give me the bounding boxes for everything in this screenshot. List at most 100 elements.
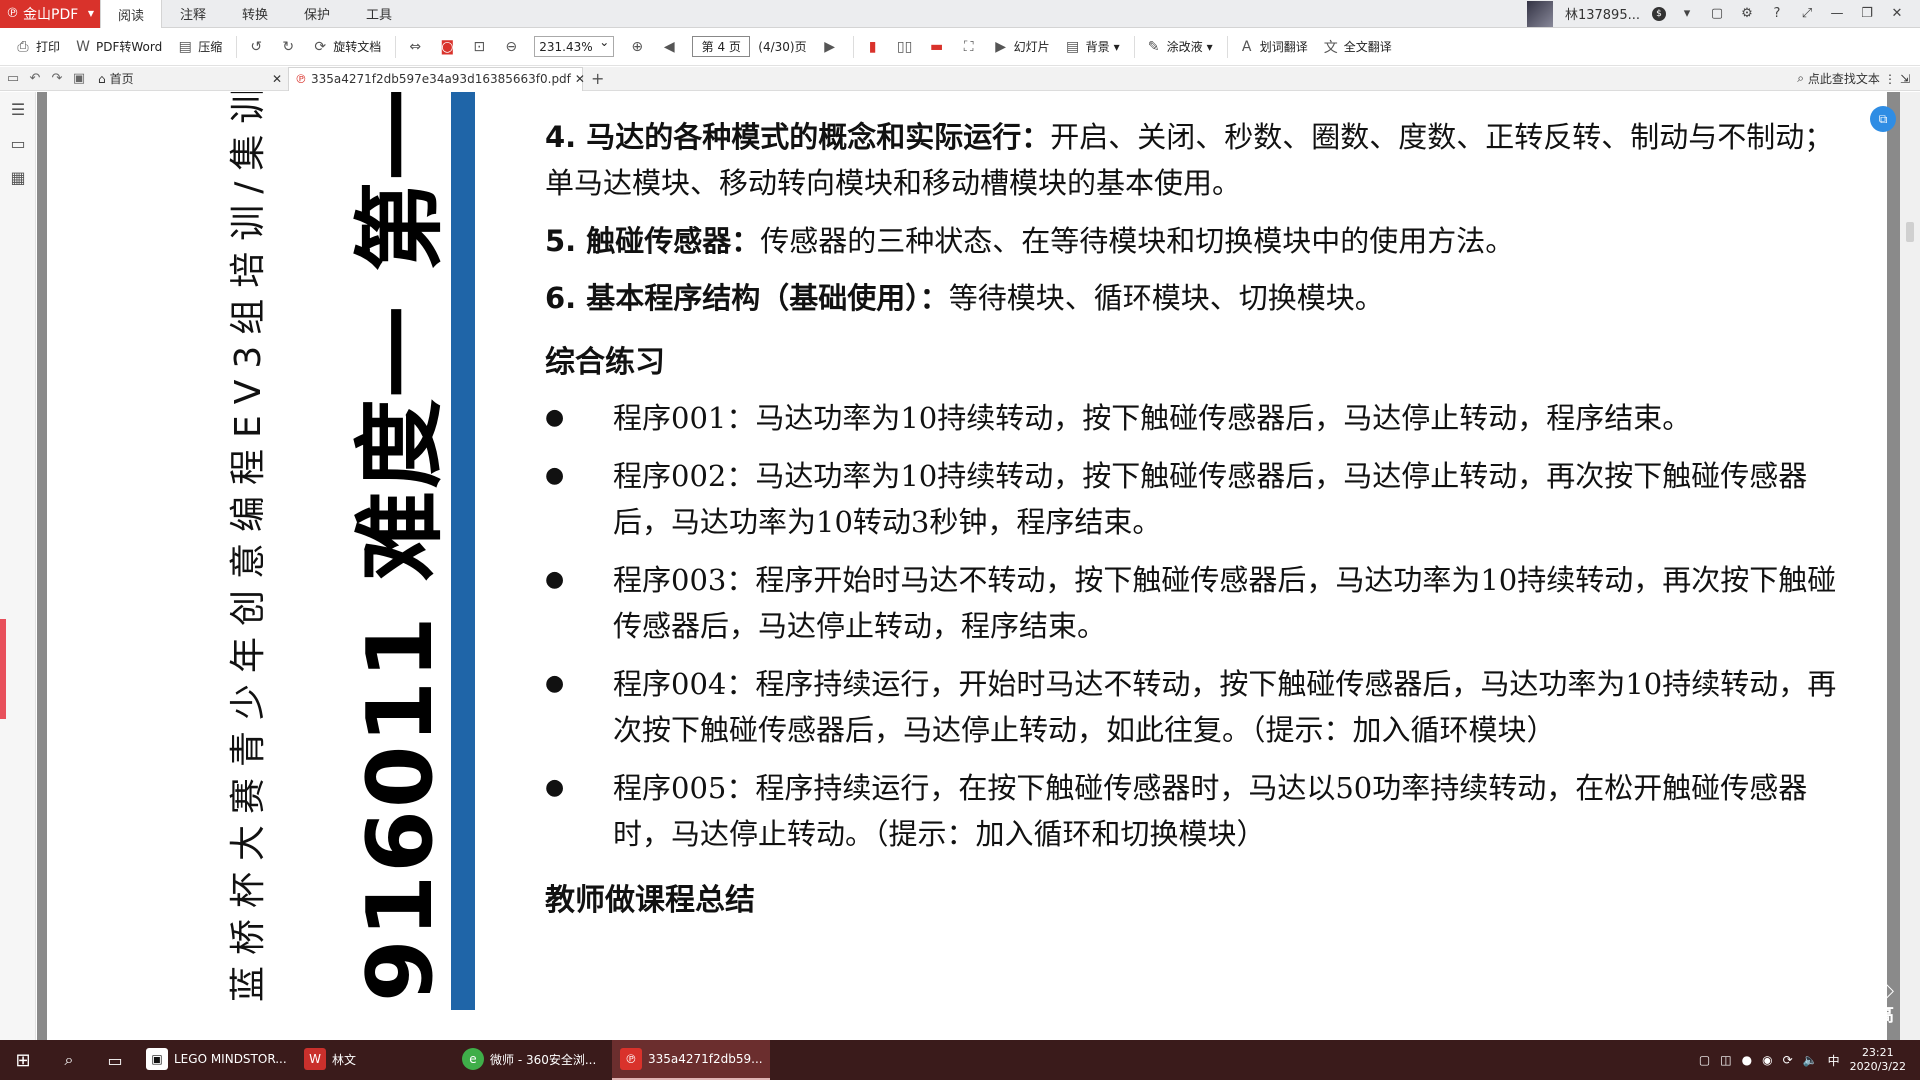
close-icon[interactable]: ✕ (1888, 6, 1906, 21)
more-icon[interactable]: ⋮ (1884, 72, 1896, 86)
section-heading: 综合练习 (545, 345, 665, 380)
taskbar-app-lego[interactable]: ▣ LEGO MINDSTOR... (138, 1040, 296, 1080)
wechat-icon[interactable]: ● (1742, 1053, 1752, 1067)
help-icon[interactable]: ? (1768, 6, 1786, 21)
tab-read[interactable]: 阅读 (100, 0, 162, 29)
find-text-button[interactable]: ⌕ 点此查找文本 ⋮ ⇲ (1797, 70, 1910, 87)
windows-start-icon[interactable]: ⊞ (0, 1040, 46, 1080)
fullscreen-icon: ⛶ (963, 38, 974, 55)
thumbnails-icon[interactable]: ▦ (0, 160, 36, 194)
taskbar-app-label: 林文 (332, 1052, 357, 1067)
taskbar-app-label: 微师 - 360安全浏... (490, 1052, 597, 1067)
divider (1226, 35, 1228, 58)
bullet-icon: ● (545, 463, 565, 488)
task-view-icon[interactable]: ▭ (92, 1040, 138, 1080)
rotate-left-button[interactable]: ↺ (247, 38, 265, 56)
undo-icon[interactable]: ↶ (26, 71, 44, 86)
pdf-icon: ℗ (295, 72, 307, 86)
gear-icon[interactable]: ⚙ (1738, 6, 1756, 21)
word-translate-button[interactable]: A 划词翻译 (1238, 38, 1308, 56)
continuous-button[interactable]: ▬ (928, 38, 946, 56)
lego-icon: ▣ (146, 1048, 168, 1070)
minimize-icon[interactable]: — (1828, 6, 1846, 21)
taskbar-app-pdf[interactable]: ℗ 335a4271f2db59... (612, 1040, 770, 1080)
prev-page-button[interactable]: ◀ (660, 38, 678, 56)
outline-icon[interactable]: ☰ (0, 92, 36, 126)
rotate-doc-button[interactable]: ⟳ 旋转文档 (311, 38, 381, 56)
slideshow-button[interactable]: ▶ 幻灯片 (992, 38, 1049, 56)
clock[interactable]: 23:21 2020/3/22 (1850, 1046, 1906, 1074)
taskbar-app-label: LEGO MINDSTOR... (174, 1052, 287, 1066)
coin-icon[interactable]: $ (1652, 6, 1666, 21)
avatar[interactable] (1526, 0, 1553, 27)
browser-icon: e (462, 1048, 484, 1070)
close-icon[interactable]: ✕ (575, 72, 585, 86)
rotate-right-button[interactable]: ↻ (279, 38, 297, 56)
tab-annotate[interactable]: 注释 (162, 0, 224, 28)
volume-icon[interactable]: 🔈 (1803, 1053, 1818, 1067)
vertical-scrollbar[interactable] (1900, 92, 1920, 1040)
zoom-wrap: 231.43% (534, 35, 615, 57)
zoom-select[interactable]: 231.43% (534, 35, 615, 57)
tab-convert[interactable]: 转换 (224, 0, 286, 28)
tab-home[interactable]: ⌂ 首页 ✕ (88, 67, 288, 91)
two-page-icon: ▯▯ (896, 38, 913, 55)
fullscreen-icon[interactable]: ⤢ (1798, 6, 1816, 21)
compress-button[interactable]: ▤ 压缩 (176, 38, 223, 56)
pin-icon[interactable]: ⇲ (1900, 72, 1910, 86)
save-icon[interactable]: ▣ (70, 71, 88, 86)
scrollbar-thumb[interactable] (1906, 222, 1914, 242)
correction-button[interactable]: ✎ 涂改液 ▾ (1145, 38, 1213, 56)
open-folder-icon[interactable]: ▭ (4, 71, 22, 86)
document-viewer[interactable]: 蓝桥杯大赛青少年创意编程EV3组培训/集训课 916011 难度一 第一课 4.… (37, 92, 1920, 1040)
fullscreen-button[interactable]: ⛶ (960, 38, 978, 56)
zoom-out-button[interactable]: ⊖ (502, 38, 520, 56)
rotate-doc-label: 旋转文档 (333, 40, 382, 54)
tray-app-icon[interactable]: ▢ (1699, 1053, 1710, 1067)
close-icon[interactable]: ✕ (272, 72, 282, 86)
next-page-button[interactable]: ▶ (821, 38, 839, 56)
background-button[interactable]: ▤ 背景 ▾ (1064, 38, 1120, 56)
restore-icon[interactable]: ❐ (1858, 6, 1876, 21)
zoom-in-button[interactable]: ⊕ (628, 38, 646, 56)
security-icon[interactable]: ◉ (1762, 1053, 1772, 1067)
caret-down-icon[interactable]: ▾ (1678, 6, 1696, 21)
floating-tool-icon[interactable]: ⧉ (1870, 106, 1896, 132)
two-page-button[interactable]: ▯▯ (896, 38, 914, 56)
document-tab-bar: ▭ ↶ ↷ ▣ ⌂ 首页 ✕ ℗ 335a4271f2db597e34a93d1… (0, 66, 1920, 91)
comments-icon[interactable]: ▭ (0, 126, 36, 160)
caret-down-icon: ▾ (1206, 39, 1213, 54)
redo-icon[interactable]: ↷ (48, 71, 66, 86)
pdf-icon: ℗ (620, 1048, 642, 1070)
compress-label: 压缩 (198, 40, 223, 54)
tab-protect[interactable]: 保护 (286, 0, 348, 28)
sidebar-handle[interactable] (0, 619, 6, 719)
fit-page-button[interactable]: ◙ (438, 38, 456, 56)
pdf-to-word-button[interactable]: W PDF转Word (74, 38, 162, 56)
network-icon[interactable]: ◫ (1720, 1053, 1731, 1067)
new-tab-button[interactable]: + (591, 69, 604, 88)
zoom-out-icon: ⊖ (505, 38, 518, 55)
single-page-button[interactable]: ▮ (864, 38, 882, 56)
cover-subtitle: 蓝桥杯大赛青少年创意编程EV3组培训/集训课 (228, 92, 269, 1002)
full-translate-button[interactable]: 文 全文翻译 (1322, 38, 1392, 56)
sync-icon[interactable]: ⟳ (1783, 1053, 1793, 1067)
taskbar-app-browser[interactable]: e 微师 - 360安全浏... (454, 1040, 612, 1080)
tab-document[interactable]: ℗ 335a4271f2db597e34a93d16385663f0.pdf ✕ (288, 66, 585, 91)
page-number-input[interactable]: 第 4 页 (692, 36, 751, 57)
ime-indicator[interactable]: 中 (1828, 1052, 1840, 1069)
tab-tools[interactable]: 工具 (348, 0, 410, 28)
watermark-logo-icon: ◇ (1880, 980, 1894, 1001)
fit-width-button[interactable]: ⇔ (406, 38, 424, 56)
print-button[interactable]: ⎙ 打印 (14, 38, 60, 56)
taskbar-app-wps[interactable]: W 林文 (296, 1040, 454, 1080)
bullet-icon: ● (545, 567, 565, 592)
arrow-left-icon: ◀ (663, 38, 675, 55)
message-icon[interactable]: ▢ (1708, 6, 1726, 21)
user-name[interactable]: 林137895... (1565, 4, 1640, 23)
divider (395, 35, 397, 58)
search-icon[interactable]: ⌕ (46, 1040, 92, 1080)
background-label: 背景 (1085, 40, 1110, 54)
actual-size-button[interactable]: ⊡ (470, 38, 488, 56)
app-menu-button[interactable]: ℗ 金山PDF ▼ (0, 0, 100, 28)
